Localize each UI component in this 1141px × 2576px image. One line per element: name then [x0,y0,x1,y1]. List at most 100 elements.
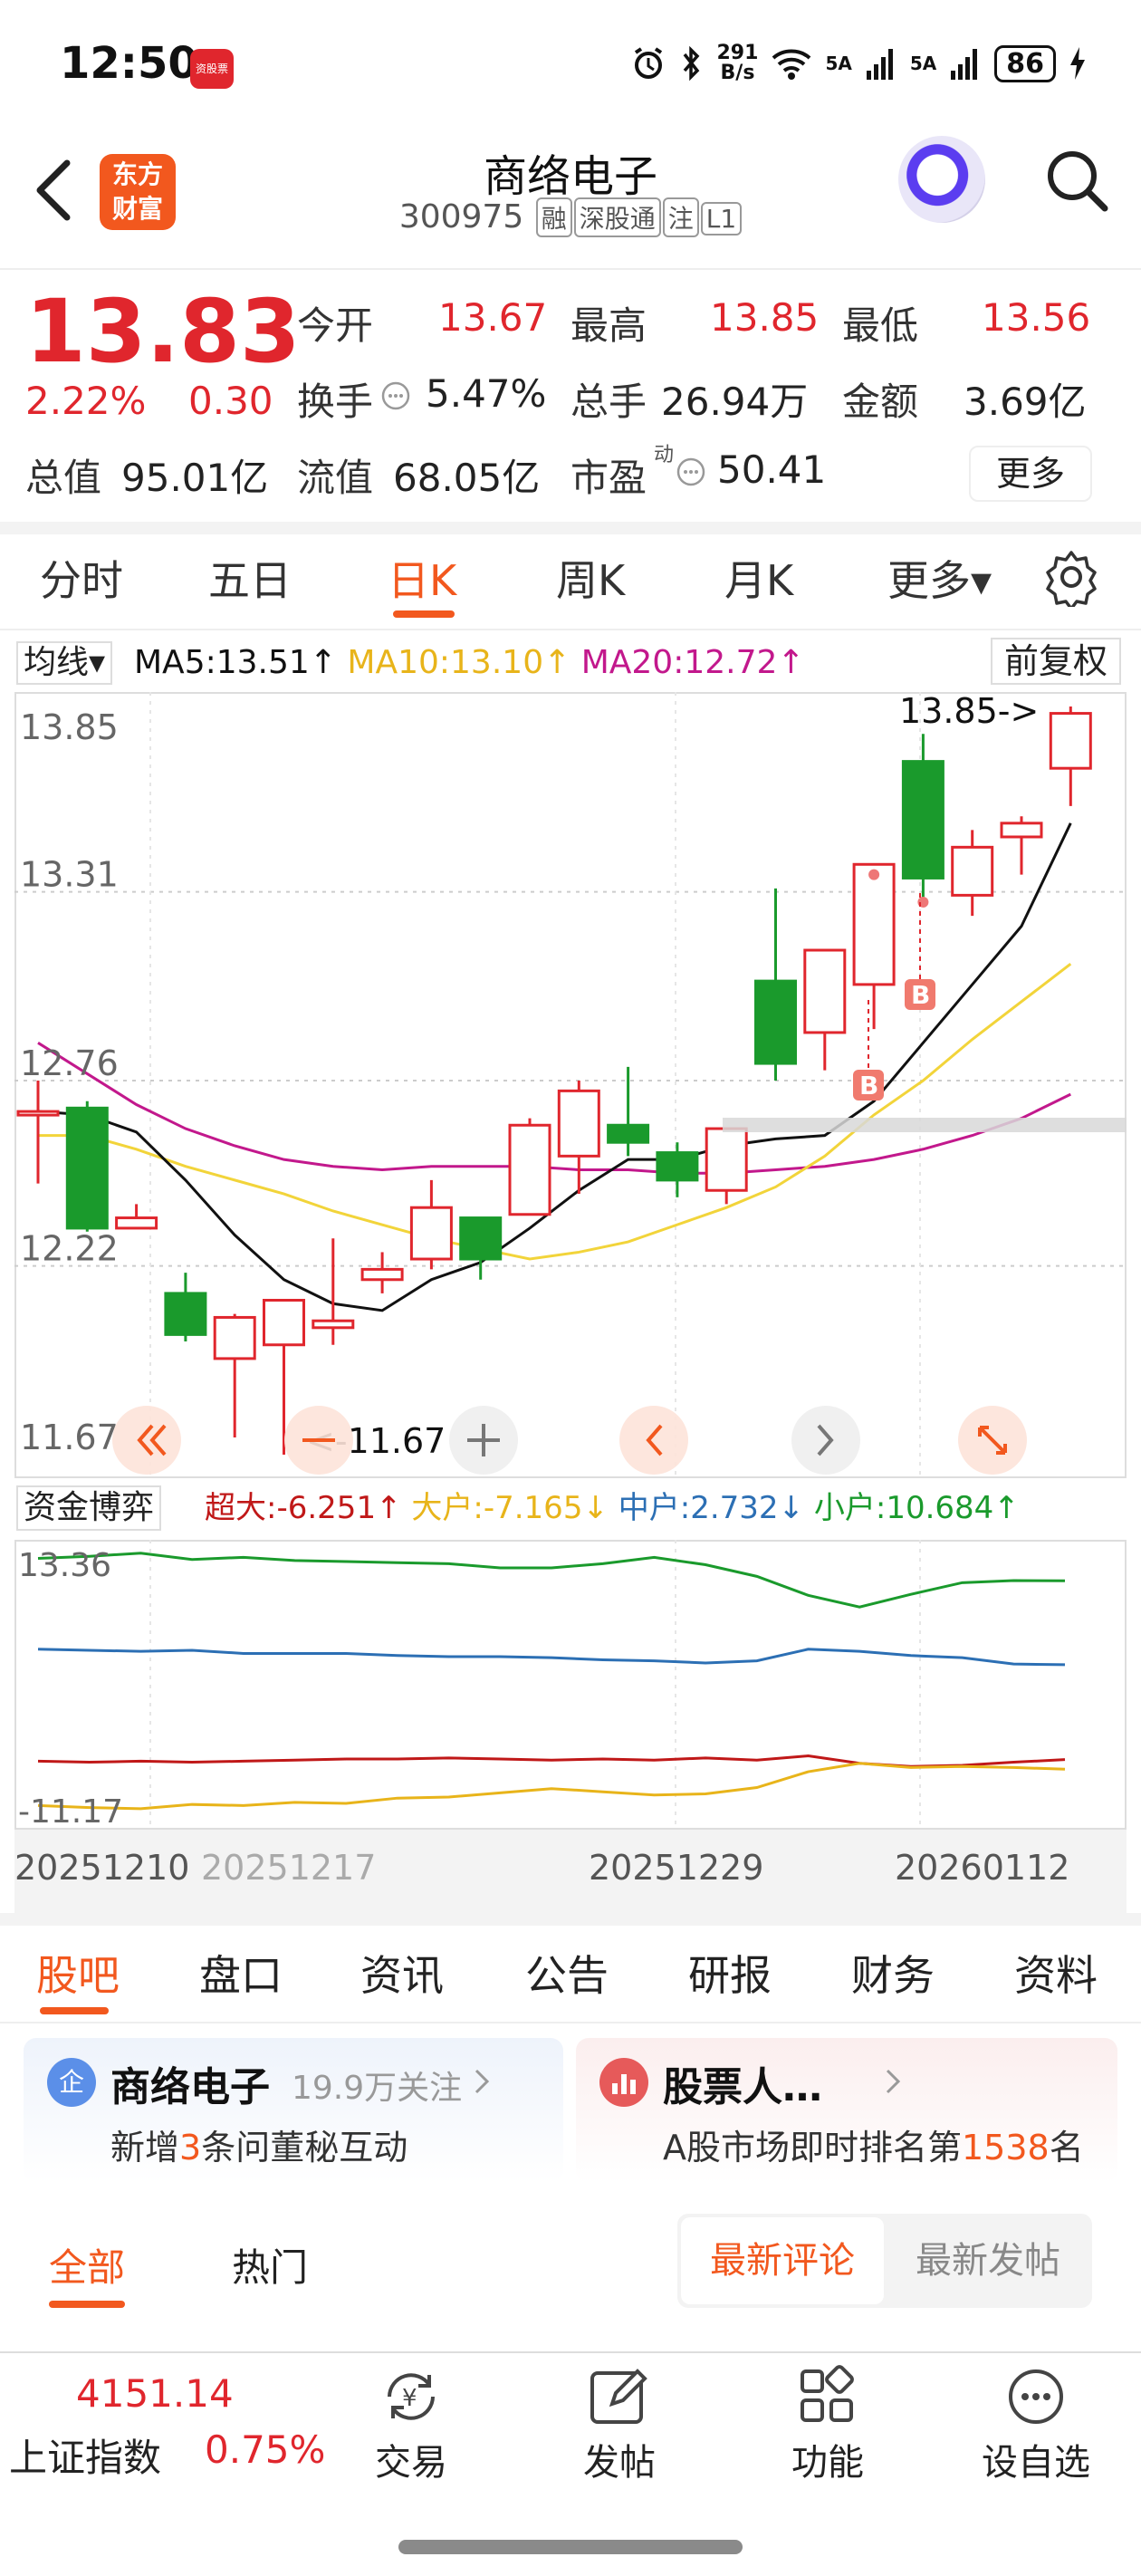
candle [852,862,896,1030]
mktcap-value: 95.01亿 [121,456,269,500]
scroll-left-fast-button[interactable] [112,1406,181,1475]
tab-daily-k[interactable]: 日K [388,548,456,608]
nav-post-label: 发帖 [583,2442,656,2484]
tab-pankou[interactable]: 盘口 [199,1943,283,2003]
tab-monthly-k[interactable]: 月K [724,548,793,608]
rank-sub-pre: A股市场即时排名第 [663,2128,962,2167]
nav-post[interactable]: 发帖 [556,2364,683,2485]
tab-finance[interactable]: 财务 [851,1943,935,2003]
tab-more-periods[interactable]: 更多▾ [887,548,992,608]
tab-intraday[interactable]: 分时 [40,548,123,608]
tag-connect: 深股通 [573,197,661,237]
sort-latest-post-button[interactable]: 最新发帖 [887,2217,1088,2304]
tab-profile[interactable]: 资料 [1014,1943,1098,2003]
nav-trade[interactable]: ¥ 交易 [348,2364,475,2485]
y-tick-label: 12.22 [20,1229,119,1269]
fund-flow-series-line [37,1754,1066,1768]
candle [164,1273,207,1341]
tabs-divider [0,629,1141,630]
candle [409,1179,453,1270]
forum-sub-pre: 新增 [110,2128,180,2167]
assistant-robot-icon[interactable] [898,136,985,223]
tag-note: 注 [662,197,699,237]
buy-marker-2: B [853,1000,884,1101]
tab-news[interactable]: 资讯 [360,1943,444,2003]
tab-announcements[interactable]: 公告 [525,1943,609,2003]
index-change[interactable]: 0.75% [205,2427,325,2472]
content-tab-divider [0,2022,1141,2023]
feed-tab-hot[interactable]: 热门 [232,2237,308,2292]
forum-sub-post: 条问董秘互动 [201,2128,408,2167]
medium-value: 2.732↓ [690,1490,805,1526]
adjustment-button[interactable]: 前复权 [991,638,1121,685]
price-ticks: 13.85 13.31 12.76 12.22 11.67 [20,707,119,1457]
ma-lines [37,822,1072,1312]
nav-functions-label: 功能 [791,2442,864,2484]
tab-five-day[interactable]: 五日 [208,548,292,608]
pe-info-icon[interactable] [676,457,706,487]
feed-tab-all[interactable]: 全部 [49,2237,125,2292]
kline-chart[interactable]: 13.8513.3112.7612.2211.67 13.85-> <-11.6… [14,692,1127,1478]
functions-icon [801,2365,854,2422]
fund-flow-selector[interactable]: 资金博弈 [16,1485,162,1531]
sort-latest-comment-button[interactable]: 最新评论 [681,2217,884,2304]
trade-icon: ¥ [388,2373,435,2420]
tab-weekly-k[interactable]: 周K [556,548,625,608]
index-value[interactable]: 4151.14 [76,2371,234,2416]
zoom-in-button[interactable] [449,1406,518,1475]
candle [901,734,944,902]
pe-superscript: 动 [654,444,675,466]
y-tick-label: 13.31 [20,855,119,895]
y-tick-label: 12.76 [20,1043,119,1083]
stock-code: 300975 [398,198,524,235]
scroll-left-button[interactable] [619,1406,688,1475]
x-tick-1: 20251210 [14,1848,190,1888]
popularity-card-subtitle: A股市场即时排名第1538名 [663,2119,1084,2169]
gear-icon[interactable] [1041,547,1101,607]
fund-y-tick-max: 13.36 [18,1547,111,1584]
high-value: 13.85 [710,295,820,340]
large-value: -7.165↓ [483,1490,609,1526]
open-label: 今开 [297,303,374,348]
high-label: 最高 [570,303,647,348]
change-amount: 0.30 [188,379,273,423]
change-percent: 2.22% [25,379,147,423]
forum-card-subtitle: 新增3条问董秘互动 [110,2119,408,2169]
x-tick-4: 20260112 [895,1848,1070,1888]
ma5-line [37,822,1072,1312]
low-value: 13.56 [982,295,1091,340]
alarm-icon [634,47,662,79]
fullscreen-button[interactable] [958,1406,1027,1475]
tab-guba[interactable]: 股吧 [36,1943,120,2003]
amount-label: 金额 [842,380,919,424]
stock-popularity-card[interactable]: 股票人… A股市场即时排名第1538名 [576,2038,1117,2183]
nav-functions[interactable]: 功能 [764,2364,891,2485]
amount-value: 3.69亿 [964,380,1087,424]
index-name[interactable]: 上证指数 [9,2427,161,2483]
search-icon[interactable] [1041,145,1114,217]
big-value: -6.251↑ [276,1490,402,1526]
ma5-label: MA5:13.51↑ [134,644,337,681]
candle [459,1216,503,1280]
fund-flow-series-line [37,1648,1066,1667]
stock-forum-card[interactable]: 企 商络电子 19.9万关注 新增3条问董秘互动 [24,2038,563,2183]
scroll-right-button[interactable] [791,1406,860,1475]
mktcap-label: 总值 [25,456,102,500]
nav-set-watchlist[interactable]: 设自选 [973,2364,1099,2485]
section-divider [0,1913,1141,1926]
bluetooth-icon [683,45,699,82]
svg-text:¥: ¥ [402,2385,417,2412]
tab-research[interactable]: 研报 [688,1943,772,2003]
more-button[interactable]: 更多 [969,446,1092,502]
pe-value: 50.41 [717,447,827,492]
turnover-label: 换手 [297,380,374,424]
signal-dot [868,869,880,880]
fund-flow-chart[interactable]: 13.36 -11.17 [14,1540,1127,1830]
ma-selector[interactable]: 均线▾ [16,641,113,685]
small-value: 10.684↑ [886,1490,1020,1526]
net-speed: 291 B/s [717,43,759,83]
info-icon[interactable] [380,380,411,411]
zoom-out-button[interactable] [284,1406,353,1475]
big-name: 超大 [205,1490,266,1526]
ma10-label: MA10:13.10↑ [347,644,571,681]
